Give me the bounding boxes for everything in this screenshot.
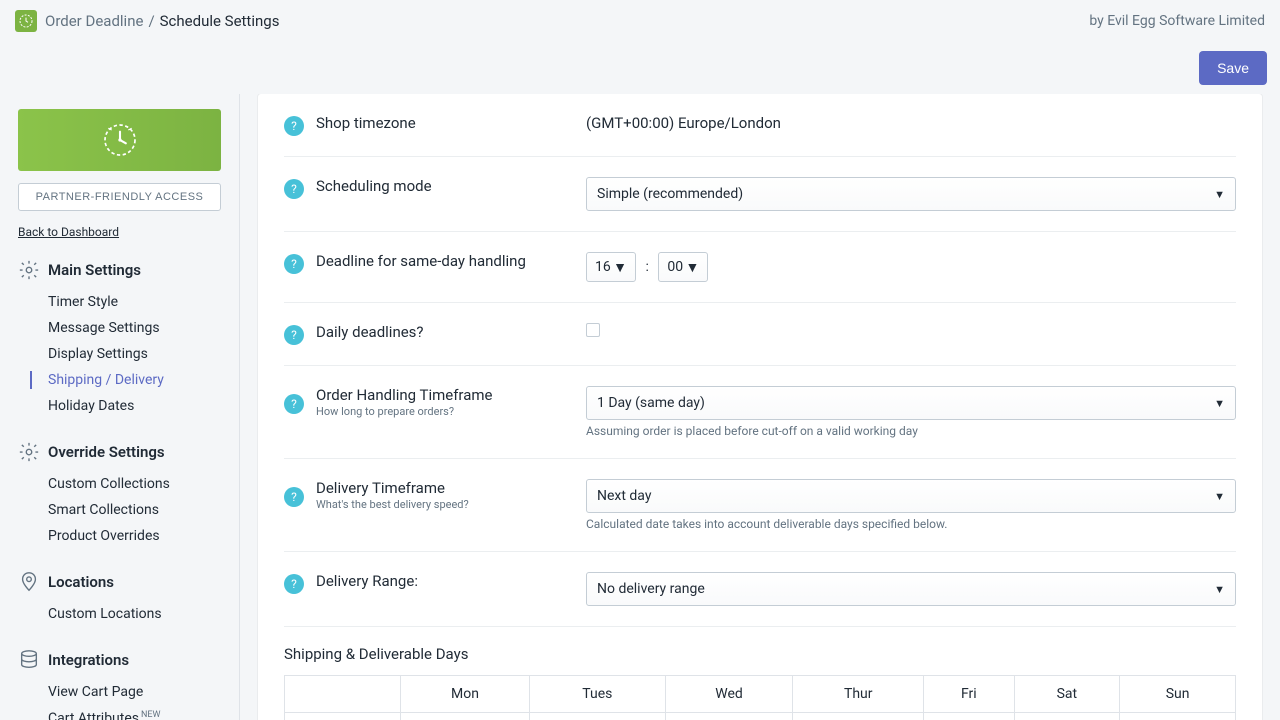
main-content: ? Shop timezone (GMT+00:00) Europe/Londo…: [240, 94, 1280, 720]
back-to-dashboard-link[interactable]: Back to Dashboard: [18, 225, 221, 239]
label-delivery: Delivery Timeframe: [316, 479, 586, 497]
help-icon[interactable]: ?: [284, 574, 304, 594]
value-timezone: (GMT+00:00) Europe/London: [586, 114, 1236, 132]
nav-section-head: Main Settings: [0, 255, 239, 289]
day-col-head: Tues: [529, 676, 665, 713]
sublabel-handling: How long to prepare orders?: [316, 405, 586, 418]
help-icon[interactable]: ?: [284, 487, 304, 507]
help-icon[interactable]: ?: [284, 394, 304, 414]
row-delivery-range: ? Delivery Range: No delivery range▼: [284, 552, 1236, 627]
checkbox-daily-deadlines[interactable]: [586, 323, 600, 337]
nav-item[interactable]: Cart AttributesNEW: [0, 705, 239, 720]
nav-section-head: Locations: [0, 567, 239, 601]
day-col-head: Wed: [665, 676, 793, 713]
row-handling-timeframe: ? Order Handling Timeframe How long to p…: [284, 366, 1236, 459]
breadcrumb-app[interactable]: Order Deadline: [45, 12, 143, 30]
row-daily-deadlines: ? Daily deadlines?: [284, 303, 1236, 366]
nav-item[interactable]: Custom Locations: [0, 601, 239, 627]
select-handling[interactable]: 1 Day (same day)▼: [586, 386, 1236, 420]
help-icon[interactable]: ?: [284, 325, 304, 345]
select-delivery[interactable]: Next day▼: [586, 479, 1236, 513]
days-table: MonTuesWedThurFriSatSun Working Daysor s…: [284, 675, 1236, 720]
help-icon[interactable]: ?: [284, 116, 304, 136]
breadcrumb-page: Schedule Settings: [160, 12, 280, 30]
sidebar: PARTNER-FRIENDLY ACCESS Back to Dashboar…: [0, 94, 240, 720]
label-scheduling-mode: Scheduling mode: [316, 177, 586, 195]
nav-item[interactable]: Display Settings: [0, 341, 239, 367]
action-bar: Save: [0, 42, 1280, 94]
row-timezone: ? Shop timezone (GMT+00:00) Europe/Londo…: [284, 94, 1236, 157]
nav-item[interactable]: Smart Collections: [0, 497, 239, 523]
chevron-down-icon: ▼: [1214, 490, 1225, 503]
settings-panel: ? Shop timezone (GMT+00:00) Europe/Londo…: [258, 94, 1262, 720]
nav-item[interactable]: Product Overrides: [0, 523, 239, 549]
nav-section-head: Integrations: [0, 645, 239, 679]
nav-item[interactable]: Holiday Dates: [0, 393, 239, 419]
chevron-down-icon: ▼: [686, 259, 700, 276]
help-icon[interactable]: ?: [284, 254, 304, 274]
helper-handling: Assuming order is placed before cut-off …: [586, 424, 1236, 438]
label-daily-deadlines: Daily deadlines?: [316, 323, 586, 341]
day-col-head: Fri: [924, 676, 1014, 713]
label-handling: Order Handling Timeframe: [316, 386, 586, 404]
nav-item[interactable]: View Cart Page: [0, 679, 239, 705]
nav-item[interactable]: Timer Style: [0, 289, 239, 315]
select-range[interactable]: No delivery range▼: [586, 572, 1236, 606]
label-timezone: Shop timezone: [316, 114, 586, 132]
chevron-down-icon: ▼: [1214, 188, 1225, 201]
label-deadline: Deadline for same-day handling: [316, 252, 586, 270]
nav-item[interactable]: Message Settings: [0, 315, 239, 341]
row-scheduling-mode: ? Scheduling mode Simple (recommended)▼: [284, 157, 1236, 232]
partner-access-button[interactable]: PARTNER-FRIENDLY ACCESS: [18, 183, 221, 211]
nav-item[interactable]: Shipping / Delivery: [0, 367, 239, 393]
day-col-head: Mon: [401, 676, 530, 713]
sublabel-delivery: What's the best delivery speed?: [316, 498, 586, 511]
day-col-head: Sat: [1014, 676, 1120, 713]
day-col-head: Sun: [1120, 676, 1236, 713]
save-button[interactable]: Save: [1199, 51, 1267, 85]
select-deadline-minute[interactable]: 00▼: [658, 252, 708, 282]
select-deadline-hour[interactable]: 16▼: [586, 252, 636, 282]
help-icon[interactable]: ?: [284, 179, 304, 199]
helper-delivery: Calculated date takes into account deliv…: [586, 517, 1236, 531]
app-logo-icon: [15, 10, 37, 32]
day-col-head: Thur: [793, 676, 924, 713]
chevron-down-icon: ▼: [1214, 583, 1225, 596]
top-bar: Order Deadline / Schedule Settings by Ev…: [0, 0, 1280, 42]
vendor-byline: by Evil Egg Software Limited: [1089, 13, 1265, 29]
days-section-title: Shipping & Deliverable Days: [284, 627, 1236, 675]
chevron-down-icon: ▼: [1214, 397, 1225, 410]
nav-section-head: Override Settings: [0, 437, 239, 471]
label-range: Delivery Range:: [316, 572, 586, 590]
brand-banner: [18, 109, 221, 171]
select-scheduling-mode[interactable]: Simple (recommended)▼: [586, 177, 1236, 211]
row-delivery-timeframe: ? Delivery Timeframe What's the best del…: [284, 459, 1236, 552]
chevron-down-icon: ▼: [613, 259, 627, 276]
row-deadline: ? Deadline for same-day handling 16▼ : 0…: [284, 232, 1236, 303]
nav-item[interactable]: Custom Collections: [0, 471, 239, 497]
breadcrumb-separator: /: [148, 12, 154, 30]
